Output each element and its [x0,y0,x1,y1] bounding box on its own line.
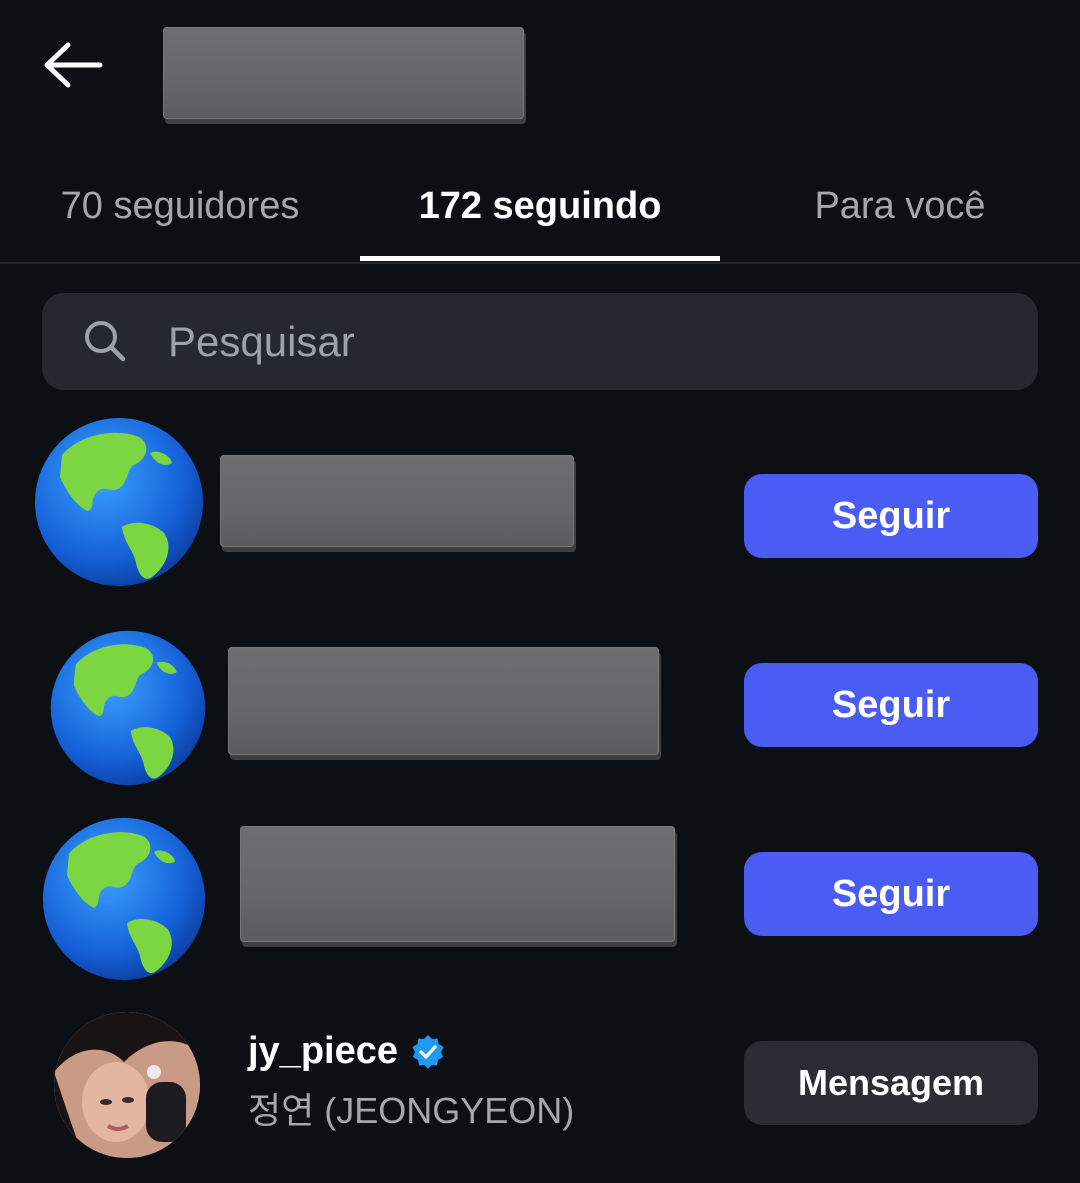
redacted-user-name [240,826,675,942]
active-tab-indicator [360,256,720,261]
search-icon [85,321,126,362]
globe-icon [42,817,206,981]
avatar[interactable] [54,1012,200,1158]
follow-button[interactable]: Seguir [744,474,1038,558]
redacted-title [163,27,524,119]
tab-following[interactable]: 172 seguindo [360,150,720,262]
follow-button[interactable]: Seguir [744,852,1038,936]
avatar[interactable] [40,815,208,983]
top-bar [0,0,1080,140]
search-bar [42,293,1038,390]
full-name: 정연 (JEONGYEON) [248,1090,575,1131]
avatar[interactable] [48,628,208,788]
follow-button[interactable]: Seguir [744,663,1038,747]
username-text: jy_piece [248,1030,398,1072]
redacted-user-name [228,647,659,755]
globe-icon [35,418,203,586]
tab-for-you[interactable]: Para você [720,150,1080,262]
redacted-user-name [220,455,574,547]
arrow-left-icon [44,42,103,88]
back-button[interactable] [40,38,106,94]
tab-followers[interactable]: 70 seguidores [0,150,360,262]
username[interactable]: jy_piece [248,1030,446,1073]
tab-bar: 70 seguidores 172 seguindo Para você [0,150,1080,264]
profile-photo [54,1012,200,1158]
message-button[interactable]: Mensagem [744,1041,1038,1125]
avatar[interactable] [34,415,204,589]
verified-badge-icon [412,1034,444,1069]
search-input[interactable] [168,293,1008,390]
globe-icon [50,630,206,786]
